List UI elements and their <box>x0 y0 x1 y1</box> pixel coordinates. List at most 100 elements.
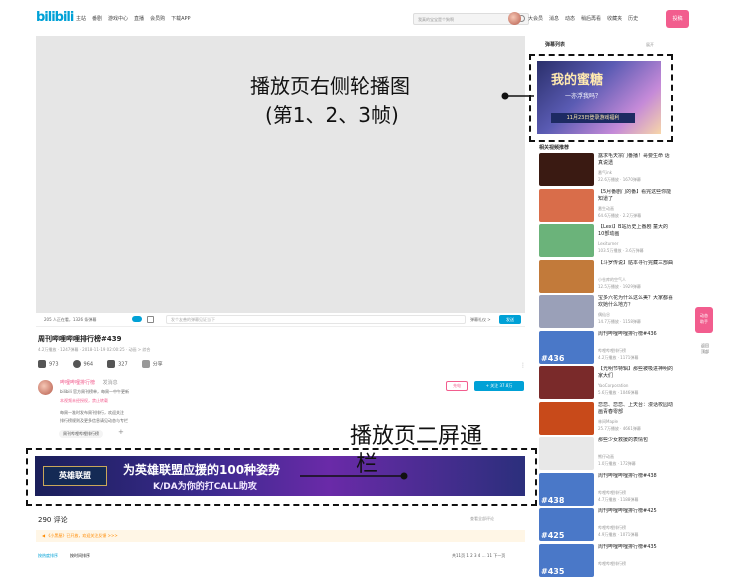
tab-sort-time[interactable]: 按时间排序 <box>70 553 90 559</box>
top-nav-bar: bilibili 主站 番剧 游戏中心 直播 会员购 下载APP 我真的宝宝是个… <box>30 8 714 30</box>
recommend-thumbnail[interactable] <box>539 259 594 293</box>
bilibili-logo[interactable]: bilibili <box>36 10 74 25</box>
recommend-stats: 25.7万播放 · 4661弹幕 <box>598 425 641 431</box>
recommend-title-text[interactable]: 【光明节特辑】那些被吸进神明的家大们 <box>598 366 673 380</box>
lol-logo: 英雄联盟 <box>43 466 107 486</box>
more-options-icon[interactable]: ⋮ <box>520 362 526 369</box>
recommend-title-text[interactable]: 【5月番剧门的番】看完这些你能知道了 <box>598 189 673 203</box>
nav-download-app[interactable]: 下载APP <box>171 15 190 22</box>
recommend-author[interactable]: 哔哩哔哩排行榜 <box>598 561 626 567</box>
nav-dynamic[interactable]: 动态 <box>565 15 575 22</box>
recommend-item[interactable]: #425 周刊哔哩哔哩排行榜#425 哔哩哔哩排行榜 4.9万播放 · 1071弹幕 <box>539 508 679 544</box>
recommend-item[interactable]: 宝多六花为什么这么美？大家都喜欢她什么地方？ 偶仙谷 14.7万播放 · 1158弹… <box>539 295 679 331</box>
recommend-item[interactable]: 【Lexi】B站历史上番剧 童大的10部动画 Lexiturner 103.5万播放… <box>539 224 679 260</box>
recommend-thumbnail[interactable] <box>539 366 594 399</box>
nav-watch-later[interactable]: 稍后再看 <box>581 15 601 22</box>
send-danmaku-button[interactable]: 发送 <box>499 315 521 324</box>
coin-button[interactable]: 964 <box>72 360 93 368</box>
recommend-title-text[interactable]: 【斗罗传说】骷本寻行完藏三部曲 <box>598 260 673 274</box>
annotation-arrow-carousel <box>501 92 534 100</box>
danmaku-list-expand[interactable]: 展开 <box>646 42 654 48</box>
uploader-avatar[interactable] <box>38 380 53 395</box>
second-screen-banner-ad[interactable]: 英雄联盟 为英雄联盟应援的100种姿势 K/DA为你的打CALL助攻 <box>35 456 525 496</box>
danmaku-settings-icon[interactable] <box>147 316 154 323</box>
uploader-desc-1: bilibili 官方周刊榜单，每周一中午更新 <box>60 389 130 394</box>
recommend-title-text[interactable]: 那些少女救援的表情包 <box>598 437 673 451</box>
nav-history[interactable]: 历史 <box>628 15 638 22</box>
floating-helper-button[interactable]: 动态 助手 <box>695 307 713 333</box>
recommend-stats: 12.5万播放 · 1929弹幕 <box>598 283 641 289</box>
recommend-thumbnail[interactable] <box>539 188 594 222</box>
recommend-thumbnail[interactable]: #436 <box>539 330 594 364</box>
recommend-title-text[interactable]: 周刊哔哩哔哩排行榜#425 <box>598 508 673 522</box>
recommend-thumbnail[interactable]: #438 <box>539 472 594 506</box>
recommend-thumbnail[interactable] <box>539 295 594 328</box>
nav-vip[interactable]: 大会员 <box>528 15 543 22</box>
recommend-author[interactable]: 小仓库的空气人 <box>598 277 626 283</box>
like-button[interactable]: 973 <box>38 360 59 368</box>
favorite-button[interactable]: 327 <box>107 360 128 368</box>
recommend-author[interactable]: 哔哩哔哩排行榜 <box>598 348 626 354</box>
nav-anime[interactable]: 番剧 <box>92 15 102 22</box>
recommend-item[interactable]: 【斗罗传说】骷本寻行完藏三部曲小仓库的空气人 12.5万播放 · 1929弹幕 <box>539 259 679 296</box>
back-to-top-button[interactable]: 返回 顶部 <box>697 343 713 355</box>
recommend-item[interactable]: 露求毛天宗门番播！哥要生命 话真说透 番气ink 22.6万播放 · 1670弹幕 <box>539 153 679 189</box>
recommend-item[interactable]: #438 周刊哔哩哔哩排行榜#438 哔哩哔哩排行榜 4.7万播放 · 1188弹幕 <box>539 472 679 509</box>
nav-messages[interactable]: 消息 <box>549 15 559 22</box>
follow-button[interactable]: + 关注 37.8万 <box>474 381 524 391</box>
charge-button[interactable]: 充电 <box>446 381 468 391</box>
nav-home[interactable]: 主站 <box>76 15 86 22</box>
recommend-title-text[interactable]: 【Lexi】B站历史上番剧 童大的10部动画 <box>598 224 673 238</box>
recommend-item[interactable]: 那些少女救援的表情包 熊仔动画 1.0万播放 · 172弹幕 <box>539 437 679 473</box>
coin-icon <box>72 360 81 368</box>
danmaku-etiquette-link[interactable]: 弹幕礼仪 > <box>470 317 491 323</box>
recommend-title-text[interactable]: 露求毛天宗门番播！哥要生命 话真说透 <box>598 153 673 167</box>
recommend-author[interactable]: 熊仔动画 <box>598 454 614 460</box>
recommend-author[interactable]: 哔哩哔哩排行榜 <box>598 525 626 531</box>
tab-sort-hot[interactable]: 按热度排序 <box>38 553 58 559</box>
comment-count: 290 评论 <box>38 516 68 524</box>
recommend-thumbnail[interactable] <box>539 153 594 186</box>
add-tag-icon[interactable]: + <box>118 428 124 436</box>
sidebar-carousel-ad[interactable]: 我的蜜糖 一亦浮我吗？ 11月23日登录游戏福利 <box>537 61 661 134</box>
view-all-comments-link[interactable]: 查看全部评论 <box>470 516 494 522</box>
upload-button[interactable]: 投稿 <box>666 10 689 28</box>
nav-live[interactable]: 直播 <box>134 15 144 22</box>
recommend-item[interactable]: 恋恋、恋恋、上天台：漫话校园动画青春零部林间Maple 25.7万播放 · 466… <box>539 401 679 438</box>
recommend-thumbnail[interactable]: #435 <box>539 543 594 577</box>
recommend-title-text[interactable]: 宝多六花为什么这么美？大家都喜欢她什么地方？ <box>598 295 673 309</box>
user-avatar[interactable] <box>508 12 521 25</box>
video-tag[interactable]: 周刊哔哩哔哩排行榜 <box>59 430 103 438</box>
recommend-thumbnail[interactable] <box>539 224 594 257</box>
recommend-author[interactable]: YaoCorporation <box>598 383 628 388</box>
recommend-title-text[interactable]: 周刊哔哩哔哩排行榜#436 <box>598 331 673 345</box>
recommend-title-text[interactable]: 周刊哔哩哔哩排行榜#438 <box>598 473 673 487</box>
recommend-author[interactable]: 哔哩哔哩排行榜 <box>598 490 626 496</box>
danmaku-toggle[interactable] <box>132 316 142 322</box>
nav-games[interactable]: 游戏中心 <box>108 15 128 22</box>
recommend-item[interactable]: #436 周刊哔哩哔哩排行榜#436 哔哩哔哩排行榜 4.2万播放 · 1171弹幕 <box>539 330 679 367</box>
nav-favorites[interactable]: 收藏夹 <box>607 15 622 22</box>
share-button[interactable]: 分享 <box>141 360 163 368</box>
recommend-item[interactable]: 【5月番剧门的番】看完这些你能知道了 番生动画 64.6万播放 · 2.2万弹幕 <box>539 188 679 225</box>
nav-shop[interactable]: 会员购 <box>150 15 165 22</box>
recommend-author[interactable]: 番气ink <box>598 170 612 176</box>
recommend-thumbnail[interactable] <box>539 437 594 470</box>
recommend-item[interactable]: #435 周刊哔哩哔哩排行榜#435 哔哩哔哩排行榜 <box>539 543 679 580</box>
recommend-thumbnail[interactable]: #425 <box>539 508 594 541</box>
comment-pager[interactable]: 共11页 1 2 3 4 … 11 下一页 <box>452 553 505 559</box>
recommend-thumbnail[interactable] <box>539 401 594 435</box>
recommend-author[interactable]: 偶仙谷 <box>598 312 610 318</box>
recommend-item[interactable]: 【光明节特辑】那些被吸进神明的家大们 YaoCorporation 5.6万播放 ·… <box>539 366 679 402</box>
send-message-link[interactable]: 发消息 <box>103 380 118 386</box>
danmaku-input[interactable]: 发个友善的弹幕见证当下 <box>166 315 466 324</box>
recommend-author[interactable]: 林间Maple <box>598 419 618 425</box>
recommend-title-text[interactable]: 周刊哔哩哔哩排行榜#435 <box>598 544 673 558</box>
comment-notice[interactable]: ◀ 《小黑屋》已开放，欢迎关注反馈 >>> <box>36 530 525 542</box>
recommend-title-text[interactable]: 恋恋、恋恋、上天台：漫话校园动画青春零部 <box>598 402 673 416</box>
main-nav: 主站 番剧 游戏中心 直播 会员购 下载APP <box>76 15 191 22</box>
danmaku-list-title[interactable]: 弹幕列表 <box>545 41 565 48</box>
danmaku-bar: 205 人正在看，1326 条弹幕 发个友善的弹幕见证当下 弹幕礼仪 > 发送 <box>36 313 525 327</box>
recommend-author[interactable]: Lexiturner <box>598 241 618 246</box>
recommend-author[interactable]: 番生动画 <box>598 206 614 212</box>
